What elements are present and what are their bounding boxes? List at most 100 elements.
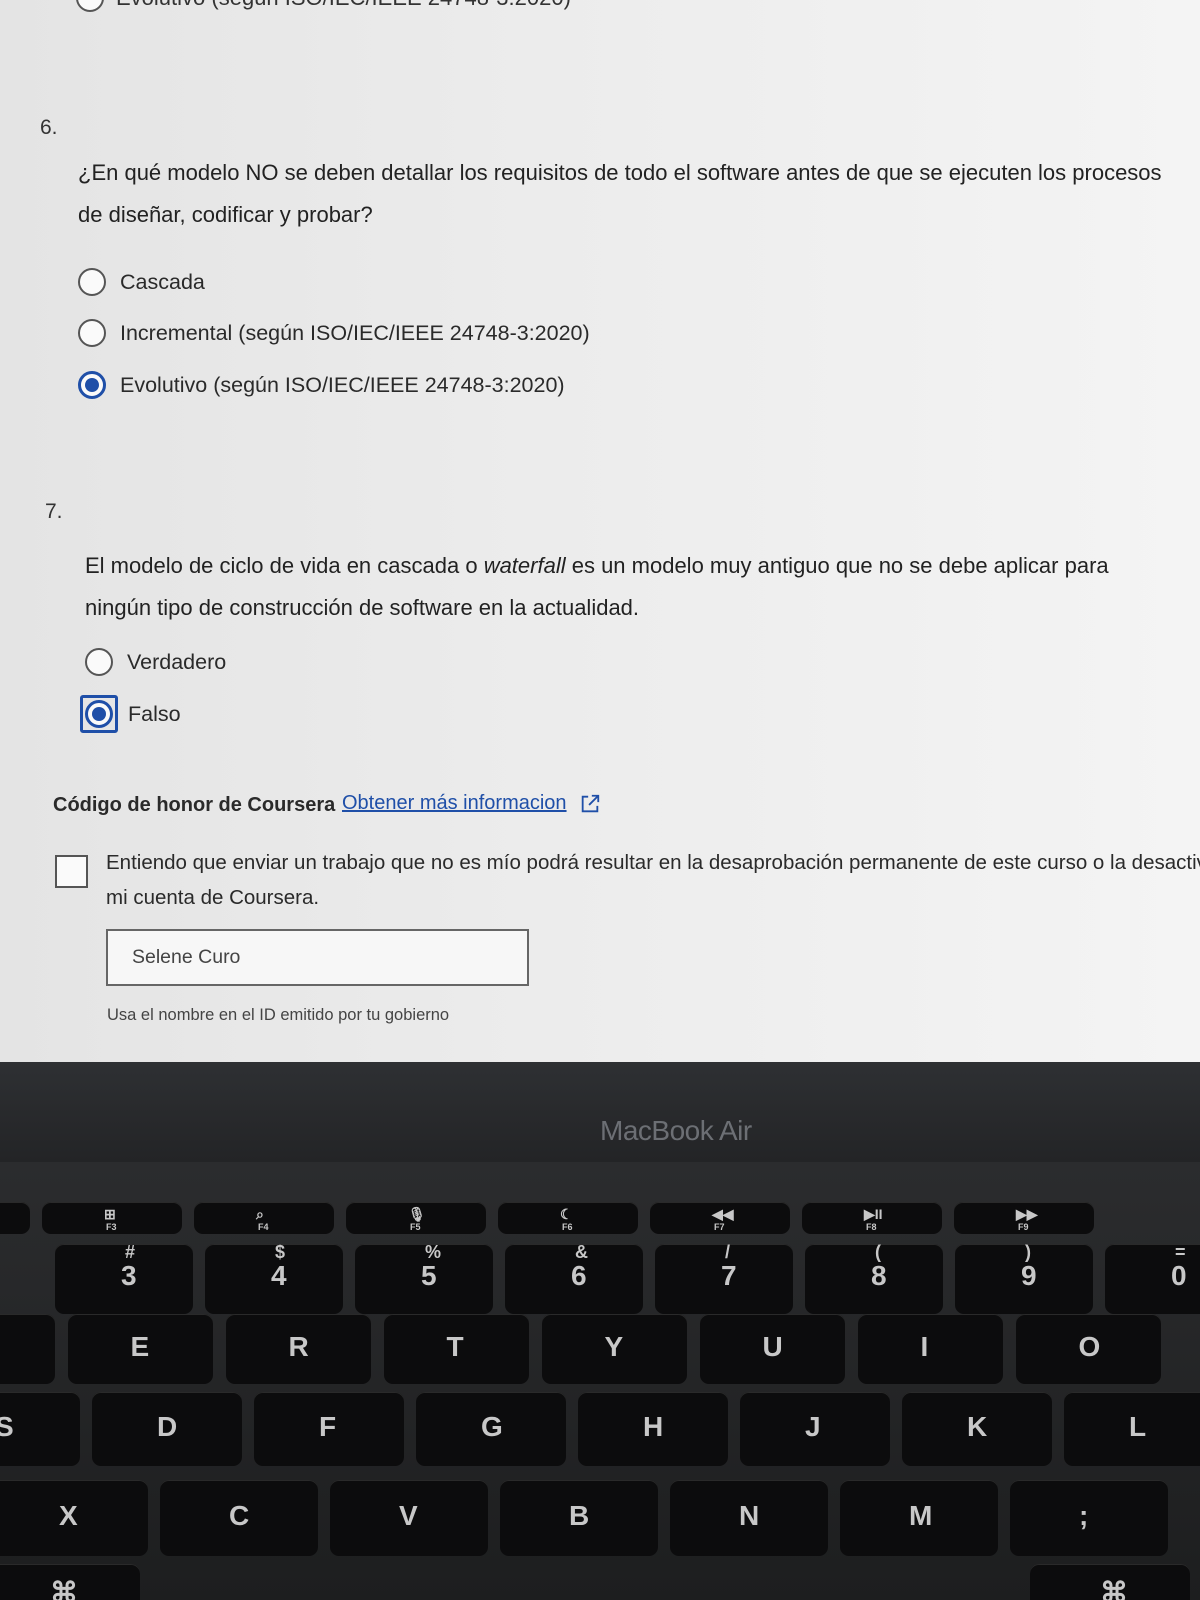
- q6-option-incremental[interactable]: Incremental (según ISO/IEC/IEEE 24748-3:…: [78, 319, 590, 347]
- radio-button[interactable]: [85, 648, 113, 676]
- key-6[interactable]: 6 &: [505, 1242, 643, 1314]
- key-label: E: [130, 1331, 150, 1362]
- key-label: ▶▶: [1016, 1206, 1038, 1222]
- key-label: G: [481, 1411, 503, 1442]
- key-label: ⌕: [256, 1206, 264, 1222]
- honor-code-statement-line2: mi cuenta de Coursera.: [106, 886, 320, 909]
- key-9[interactable]: 9): [955, 1242, 1093, 1314]
- key-label: 6: [571, 1260, 587, 1291]
- key-d[interactable]: D: [92, 1392, 242, 1466]
- key-label: K: [967, 1411, 988, 1442]
- key-label: O: [1078, 1331, 1101, 1362]
- option-label: Falso: [128, 701, 181, 726]
- legal-name-hint: Usa el nombre en el ID emitido por tu go…: [107, 1006, 450, 1024]
- key-e[interactable]: E: [68, 1314, 213, 1384]
- key-label: 5: [421, 1260, 437, 1291]
- command-key-left[interactable]: ⌘: [0, 1564, 140, 1600]
- key-k[interactable]: K: [902, 1392, 1052, 1466]
- key-i[interactable]: I: [858, 1314, 1003, 1384]
- key-3[interactable]: 3 #: [55, 1242, 193, 1314]
- focus-ring: [80, 695, 118, 733]
- key-y[interactable]: Y: [542, 1314, 687, 1384]
- option-label: Evolutivo (según ISO/IEC/IEEE 24748-3:20…: [120, 372, 565, 397]
- q6-option-cascada[interactable]: Cascada: [78, 268, 205, 296]
- key-label: ;: [1079, 1500, 1089, 1531]
- function-key-f9[interactable]: ▶▶ F9: [954, 1202, 1094, 1234]
- question-7-text-start: El modelo de ciclo de vida en cascada o: [85, 553, 484, 578]
- key-sublabel: (: [875, 1242, 881, 1262]
- key-7[interactable]: 7/: [655, 1242, 793, 1314]
- key-8[interactable]: 8(: [805, 1242, 943, 1314]
- key-sublabel: %: [425, 1242, 442, 1262]
- key-sublabel: &: [575, 1242, 588, 1262]
- function-key-f6[interactable]: ☾ F6: [498, 1202, 638, 1234]
- radio-button[interactable]: [78, 268, 106, 296]
- key-label: T: [446, 1331, 464, 1362]
- key-sublabel: F5: [410, 1222, 421, 1232]
- question-7-number: 7.: [45, 500, 63, 523]
- command-key-right[interactable]: ⌘: [1030, 1564, 1190, 1600]
- q7-option-verdadero[interactable]: Verdadero: [85, 648, 226, 676]
- key-m[interactable]: M: [840, 1480, 998, 1556]
- key-n[interactable]: N: [670, 1480, 828, 1556]
- key-0[interactable]: 0 =: [1105, 1242, 1200, 1314]
- key-label: U: [762, 1331, 783, 1362]
- option-label: Incremental (según ISO/IEC/IEEE 24748-3:…: [120, 320, 590, 345]
- key-label: B: [569, 1500, 590, 1531]
- function-key-f7[interactable]: ◀◀ F7: [650, 1202, 790, 1234]
- key-label: ☾: [560, 1206, 573, 1222]
- key-sublabel: F3: [106, 1222, 117, 1232]
- laptop-brand-label: MacBook Air: [600, 1115, 752, 1146]
- key-label: C: [229, 1500, 250, 1531]
- radio-button-selected[interactable]: [78, 371, 106, 399]
- key-label: Y: [604, 1331, 624, 1362]
- key-label: F: [319, 1411, 337, 1442]
- radio-button-selected[interactable]: [85, 700, 113, 728]
- key-t[interactable]: T: [384, 1314, 529, 1384]
- function-key-f8[interactable]: ▶II F8: [802, 1202, 942, 1234]
- key-o[interactable]: O: [1016, 1314, 1161, 1384]
- key-s[interactable]: S: [0, 1392, 80, 1466]
- function-key-f5[interactable]: 🎙 F5: [346, 1202, 486, 1234]
- key-5[interactable]: 5%: [355, 1242, 493, 1314]
- key-label: ◀◀: [712, 1206, 734, 1222]
- key-semicolon[interactable]: ;: [1010, 1480, 1168, 1556]
- key-sublabel: F6: [562, 1222, 573, 1232]
- option-label: Verdadero: [127, 649, 227, 674]
- key-sublabel: =: [1175, 1242, 1186, 1262]
- key-4[interactable]: 4 $: [205, 1242, 343, 1314]
- key-sublabel: F4: [258, 1222, 269, 1232]
- honor-code-statement-line1: Entiendo que enviar un trabajo que no es…: [106, 851, 1200, 874]
- key-u[interactable]: U: [700, 1314, 845, 1384]
- key-h[interactable]: H: [578, 1392, 728, 1466]
- function-key-f3[interactable]: ⊞ F3: [42, 1202, 182, 1234]
- key-l[interactable]: L: [1064, 1392, 1200, 1466]
- key-j[interactable]: J: [740, 1392, 890, 1466]
- learn-more-link[interactable]: Obtener más informacion: [342, 792, 601, 815]
- q6-option-evolutivo[interactable]: Evolutivo (según ISO/IEC/IEEE 24748-3:20…: [78, 371, 565, 399]
- honor-code-checkbox[interactable]: [55, 855, 88, 888]
- q7-option-falso[interactable]: Falso: [80, 695, 181, 733]
- key-label: L: [1129, 1411, 1147, 1442]
- key-label: ⌘: [50, 1577, 78, 1600]
- key-label: 7: [721, 1260, 737, 1291]
- honor-code-title: Código de honor de Coursera: [53, 794, 336, 816]
- function-key-f4[interactable]: ⌕ F4: [194, 1202, 334, 1234]
- key-label: X: [59, 1500, 78, 1531]
- key-v[interactable]: V: [330, 1480, 488, 1556]
- key-b[interactable]: B: [500, 1480, 658, 1556]
- radio-button[interactable]: [76, 0, 104, 12]
- key-f[interactable]: F: [254, 1392, 404, 1466]
- radio-button[interactable]: [78, 319, 106, 347]
- key-sublabel: F8: [866, 1222, 877, 1232]
- key-c[interactable]: C: [160, 1480, 318, 1556]
- key-x[interactable]: X: [0, 1480, 148, 1556]
- function-key-f2[interactable]: ☼F2: [0, 1202, 30, 1234]
- legal-name-input[interactable]: Selene Curo: [106, 929, 529, 986]
- key-r[interactable]: R: [226, 1314, 371, 1384]
- key-w[interactable]: W: [0, 1314, 55, 1384]
- key-label: D: [157, 1411, 178, 1442]
- previous-question-option[interactable]: Evolutivo (según ISO/IEC/IEEE 24748-3:20…: [76, 0, 571, 12]
- key-g[interactable]: G: [416, 1392, 566, 1466]
- learn-more-link-text[interactable]: Obtener más informacion: [342, 792, 567, 815]
